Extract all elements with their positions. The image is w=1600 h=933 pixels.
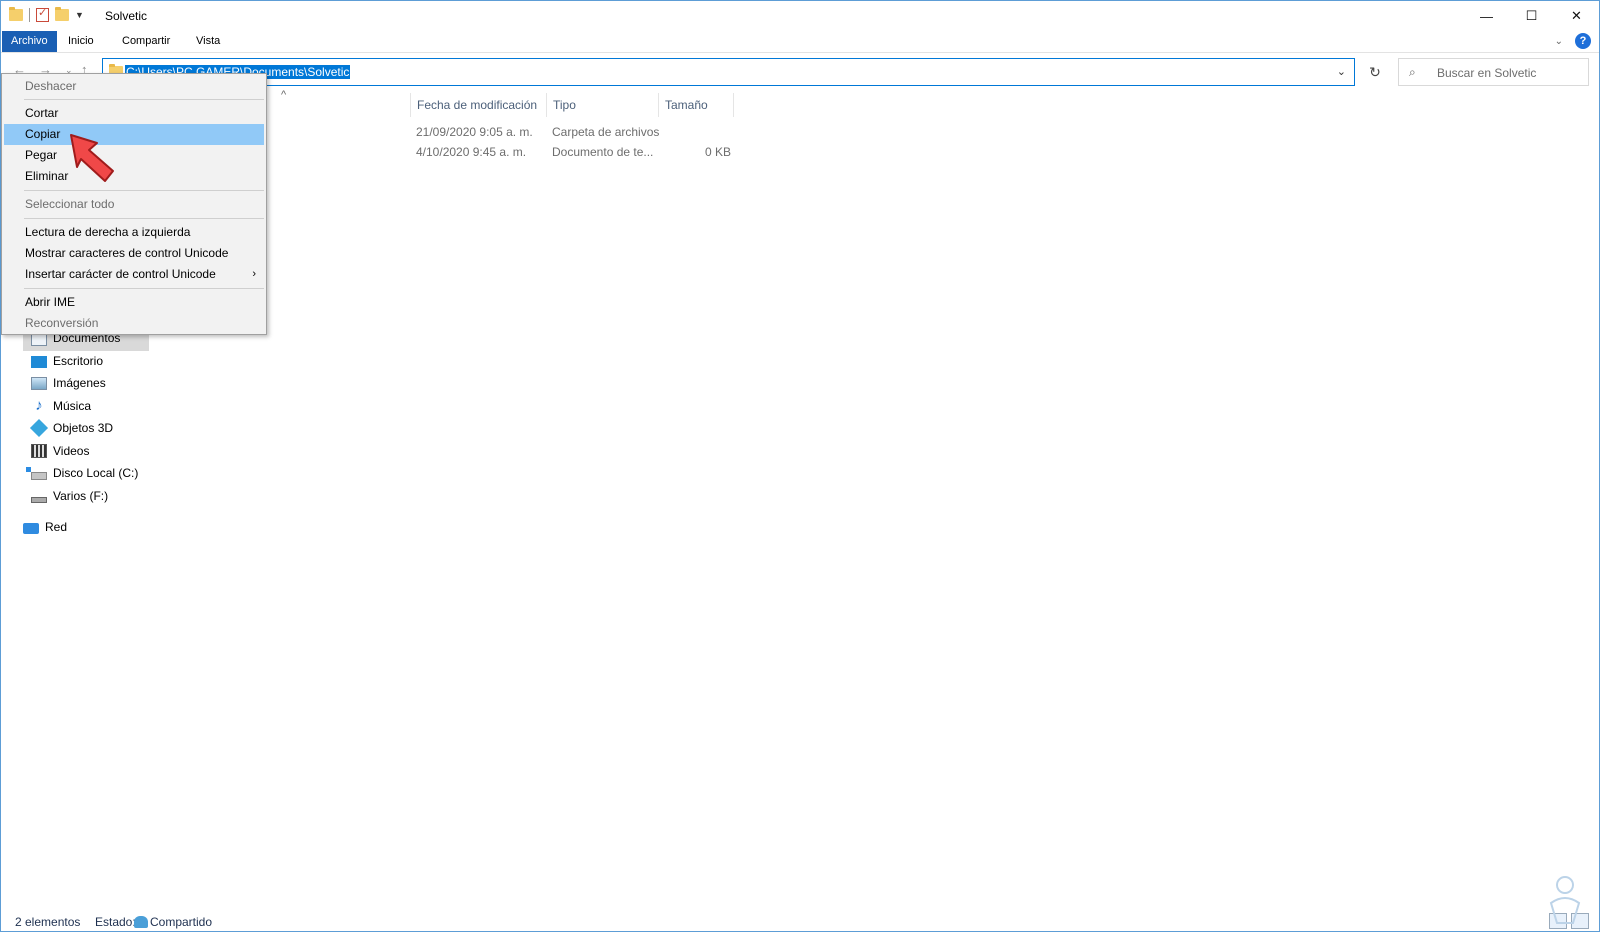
sort-ascending-icon: ^ xyxy=(281,89,287,101)
pictures-icon xyxy=(31,376,47,390)
shared-users-icon xyxy=(134,916,148,928)
ribbon-controls: ⌄ ? xyxy=(1555,33,1591,49)
sidebar-item-label: Escritorio xyxy=(53,354,104,368)
sidebar-item-label: Videos xyxy=(53,444,90,458)
file-size: 0 KB xyxy=(705,145,732,159)
menu-separator xyxy=(24,218,264,219)
context-menu: Deshacer Cortar Copiar Pegar Eliminar Se… xyxy=(1,73,267,335)
sidebar-item-label: Música xyxy=(53,399,92,413)
address-bar[interactable]: C:\Users\PC GAMER\Documents\Solvetic ⌄ xyxy=(102,58,1355,86)
sidebar-item-label: Imágenes xyxy=(53,376,106,390)
sidebar-item-disco-local[interactable]: Disco Local (C:) xyxy=(26,462,139,484)
sidebar-item-musica[interactable]: ♪ Música xyxy=(31,395,91,417)
3d-objects-icon xyxy=(29,418,49,438)
tab-vista[interactable]: Vista xyxy=(187,31,229,52)
close-button[interactable]: ✕ xyxy=(1554,1,1599,31)
properties-icon[interactable] xyxy=(36,6,49,22)
status-bar: 2 elementos Estado: Compartido xyxy=(1,913,1599,933)
folder-icon xyxy=(9,7,23,21)
tab-inicio[interactable]: Inicio xyxy=(59,31,103,52)
customize-toolbar-icon[interactable]: ▼ xyxy=(75,10,84,20)
column-size[interactable]: Tamaño xyxy=(658,93,734,117)
menu-item-copiar[interactable]: Copiar xyxy=(4,124,264,145)
sidebar-item-label: Disco Local (C:) xyxy=(53,466,139,480)
drive-icon xyxy=(31,496,47,503)
search-input[interactable]: Buscar en Solvetic xyxy=(1437,66,1536,80)
sidebar-item-label: Red xyxy=(45,520,68,534)
local-disk-icon xyxy=(26,467,47,480)
sidebar-item-objetos-3d[interactable]: Objetos 3D xyxy=(29,417,114,439)
menu-item-mostrar-unicode[interactable]: Mostrar caracteres de control Unicode xyxy=(4,243,264,264)
desktop-icon xyxy=(31,356,47,368)
sidebar-item-videos[interactable]: Videos xyxy=(31,440,89,462)
minimize-button[interactable]: — xyxy=(1464,1,1509,31)
maximize-button[interactable]: ☐ xyxy=(1509,1,1554,31)
sidebar-item-label: Varios (F:) xyxy=(53,489,109,503)
menu-item-pegar[interactable]: Pegar xyxy=(4,145,264,166)
menu-separator xyxy=(24,99,264,100)
music-icon: ♪ xyxy=(35,397,43,414)
menu-separator xyxy=(24,288,264,289)
file-date: 21/09/2020 9:05 a. m. xyxy=(416,125,533,139)
red-pointer-arrow-icon xyxy=(70,134,114,182)
column-date[interactable]: Fecha de modificación xyxy=(410,93,546,117)
menu-item-deshacer[interactable]: Deshacer xyxy=(4,76,264,97)
sidebar-item-escritorio[interactable]: Escritorio xyxy=(31,350,103,372)
file-date: 4/10/2020 9:45 a. m. xyxy=(416,145,527,159)
sidebar-item-varios[interactable]: Varios (F:) xyxy=(31,485,108,507)
sidebar-item-label: Objetos 3D xyxy=(53,421,114,435)
status-value-wrapper: Compartido xyxy=(134,915,212,929)
search-icon: ⌕ xyxy=(1409,65,1416,79)
status-label: Estado: xyxy=(95,915,136,929)
expand-ribbon-icon[interactable]: ⌄ xyxy=(1555,36,1563,47)
search-box[interactable]: ⌕ Buscar en Solvetic xyxy=(1398,58,1589,86)
help-icon[interactable]: ? xyxy=(1575,33,1591,49)
window-controls: — ☐ ✕ xyxy=(1464,1,1599,31)
submenu-arrow-icon: › xyxy=(252,268,256,280)
address-dropdown-icon[interactable]: ⌄ xyxy=(1337,65,1346,78)
sidebar-item-imagenes[interactable]: Imágenes xyxy=(31,372,106,394)
file-type: Carpeta de archivos xyxy=(552,125,660,139)
menu-item-abrir-ime[interactable]: Abrir IME xyxy=(4,292,264,313)
sidebar-item-red[interactable]: Red xyxy=(23,516,67,538)
toolbar-divider xyxy=(29,8,30,22)
solvetic-logo-icon xyxy=(1549,876,1581,924)
menu-separator xyxy=(24,190,264,191)
item-count: 2 elementos xyxy=(15,915,81,929)
menu-item-reconversion[interactable]: Reconversión xyxy=(4,313,264,334)
window-title: Solvetic xyxy=(105,9,148,23)
refresh-icon[interactable]: ↻ xyxy=(1361,58,1389,86)
new-folder-icon[interactable] xyxy=(55,7,69,21)
menu-item-label: Insertar carácter de control Unicode xyxy=(25,267,216,281)
menu-item-cortar[interactable]: Cortar xyxy=(4,103,264,124)
menu-item-lectura-rtl[interactable]: Lectura de derecha a izquierda xyxy=(4,222,264,243)
file-explorer-window: ▼ Solvetic — ☐ ✕ Archivo Inicio Comparti… xyxy=(0,0,1600,932)
tab-compartir[interactable]: Compartir xyxy=(113,31,179,52)
menu-item-seleccionar-todo[interactable]: Seleccionar todo xyxy=(4,194,264,215)
file-type: Documento de te... xyxy=(552,145,654,159)
menu-item-eliminar[interactable]: Eliminar xyxy=(4,166,264,187)
status-value: Compartido xyxy=(150,915,213,929)
column-type[interactable]: Tipo xyxy=(546,93,658,117)
network-icon xyxy=(23,523,39,534)
videos-icon xyxy=(31,444,47,458)
menu-item-insertar-unicode[interactable]: Insertar carácter de control Unicode › xyxy=(4,264,264,285)
tab-archivo[interactable]: Archivo xyxy=(2,31,57,52)
quick-access-toolbar: ▼ xyxy=(9,6,84,22)
title-bar: ▼ Solvetic — ☐ ✕ xyxy=(1,1,1599,31)
ribbon-tabs: Archivo Inicio Compartir Vista ⌄ ? xyxy=(1,31,1599,53)
